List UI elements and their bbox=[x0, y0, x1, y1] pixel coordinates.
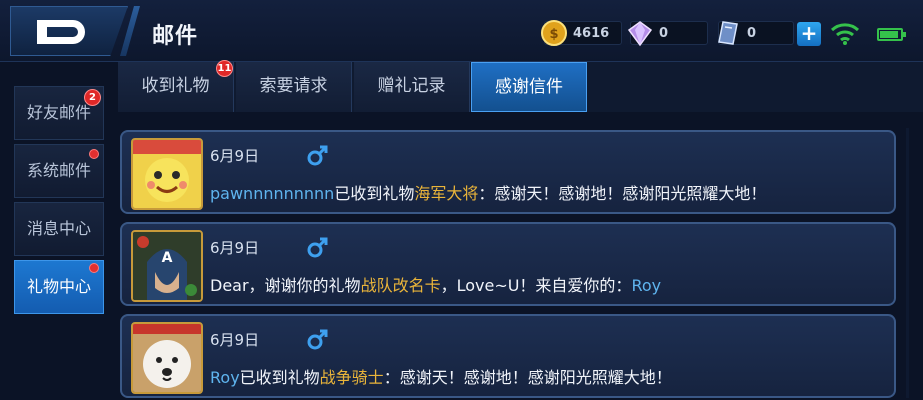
svg-text:A: A bbox=[162, 250, 173, 266]
tab-bar: 收到礼物 11 索要请求 赠礼记录 感谢信件 bbox=[118, 60, 923, 112]
message-date: 6月9日 bbox=[210, 147, 260, 165]
gift-name: 战争骑士 bbox=[319, 368, 384, 387]
diamond-amount: 0 bbox=[659, 26, 669, 41]
message-segment: ：感谢天！感谢地！感谢阳光照耀大地！ bbox=[383, 368, 672, 387]
tab-requests[interactable]: 索要请求 bbox=[236, 62, 352, 112]
voucher-amount: 0 bbox=[747, 26, 757, 41]
scrollbar[interactable] bbox=[906, 128, 909, 398]
list-item[interactable]: 6月9日 Roy已收到礼物战争骑士：感谢天！感谢地！感谢阳光照耀大地！ bbox=[120, 314, 896, 398]
message-date: 6月9日 bbox=[210, 331, 260, 349]
tab-thank-you-letters[interactable]: 感谢信件 bbox=[471, 62, 587, 112]
gold-amount: 4616 bbox=[573, 26, 610, 41]
male-icon bbox=[307, 329, 328, 350]
avatar[interactable]: A bbox=[131, 230, 203, 302]
sender-name[interactable]: Roy bbox=[631, 276, 661, 295]
male-icon bbox=[307, 237, 328, 258]
message-segment: Dear，谢谢你的礼物 bbox=[210, 276, 361, 295]
tab-label: 赠礼记录 bbox=[377, 76, 446, 96]
gold-counter: $ 4616 bbox=[541, 20, 622, 46]
message-text: Roy已收到礼物战争骑士：感谢天！感谢地！感谢阳光照耀大地！ bbox=[210, 364, 672, 388]
wifi-icon bbox=[830, 23, 860, 45]
tab-label: 索要请求 bbox=[259, 76, 328, 96]
message-date: 6月9日 bbox=[210, 239, 260, 257]
sidebar-item-label: 系统邮件 bbox=[26, 161, 91, 180]
recharge-plus-button[interactable]: + bbox=[797, 22, 821, 46]
battery-icon bbox=[877, 28, 906, 41]
list-item[interactable]: 6月9日 pawnnnnnnnnn已收到礼物海军大将：感谢天！感谢地！感谢阳光照… bbox=[120, 130, 896, 214]
sidebar-item-message-center[interactable]: 消息中心 bbox=[14, 202, 104, 256]
gift-name: 海军大将 bbox=[414, 184, 479, 203]
white-dog-avatar-icon bbox=[133, 324, 201, 392]
sidebar-item-label: 消息中心 bbox=[26, 219, 91, 238]
diamond-counter: 0 bbox=[627, 21, 708, 47]
notification-badge: 2 bbox=[84, 89, 101, 106]
avatar[interactable] bbox=[131, 138, 203, 210]
back-arrow-icon bbox=[37, 20, 85, 44]
sender-name[interactable]: Roy bbox=[210, 368, 240, 387]
message-segment: ，Love~U！来自爱你的： bbox=[440, 276, 632, 295]
gold-coin-icon: $ bbox=[541, 20, 567, 46]
message-segment: ：感谢天！感谢地！感谢阳光照耀大地！ bbox=[478, 184, 767, 203]
male-icon bbox=[307, 145, 328, 166]
yellow-cartoon-avatar-icon bbox=[133, 140, 201, 208]
page-title: 邮件 bbox=[152, 24, 199, 49]
back-button[interactable] bbox=[10, 6, 128, 56]
message-text: pawnnnnnnnnn已收到礼物海军大将：感谢天！感谢地！感谢阳光照耀大地！ bbox=[210, 180, 766, 204]
sender-name[interactable]: pawnnnnnnnnn bbox=[210, 184, 334, 203]
sidebar-item-label: 好友邮件 bbox=[26, 103, 91, 122]
top-bar: 邮件 $ 4616 0 0 + bbox=[0, 0, 923, 62]
diamond-icon bbox=[627, 21, 653, 47]
gift-name: 战队改名卡 bbox=[360, 276, 441, 295]
hero-captain-avatar-icon: A bbox=[133, 232, 201, 300]
tab-label: 感谢信件 bbox=[495, 77, 563, 97]
notification-badge: 11 bbox=[216, 60, 233, 77]
sidebar-item-label: 礼物中心 bbox=[26, 277, 91, 296]
tab-gift-history[interactable]: 赠礼记录 bbox=[354, 62, 470, 112]
voucher-crystal-icon bbox=[718, 21, 738, 45]
unread-dot bbox=[89, 149, 99, 159]
list-item[interactable]: A 6月9日 Dear，谢谢你的礼物战队改名卡，Love~U！来自爱你的：Roy bbox=[120, 222, 896, 306]
avatar[interactable] bbox=[131, 322, 203, 394]
message-segment: 已收到礼物 bbox=[334, 184, 415, 203]
sidebar: 好友邮件 2 系统邮件 消息中心 礼物中心 bbox=[14, 86, 104, 316]
message-segment: 已收到礼物 bbox=[239, 368, 320, 387]
message-text: Dear，谢谢你的礼物战队改名卡，Love~U！来自爱你的：Roy bbox=[210, 272, 661, 296]
tab-label: 收到礼物 bbox=[141, 76, 210, 96]
svg-text:$: $ bbox=[549, 27, 558, 42]
unread-dot bbox=[89, 263, 99, 273]
voucher-counter: 0 bbox=[718, 21, 794, 45]
